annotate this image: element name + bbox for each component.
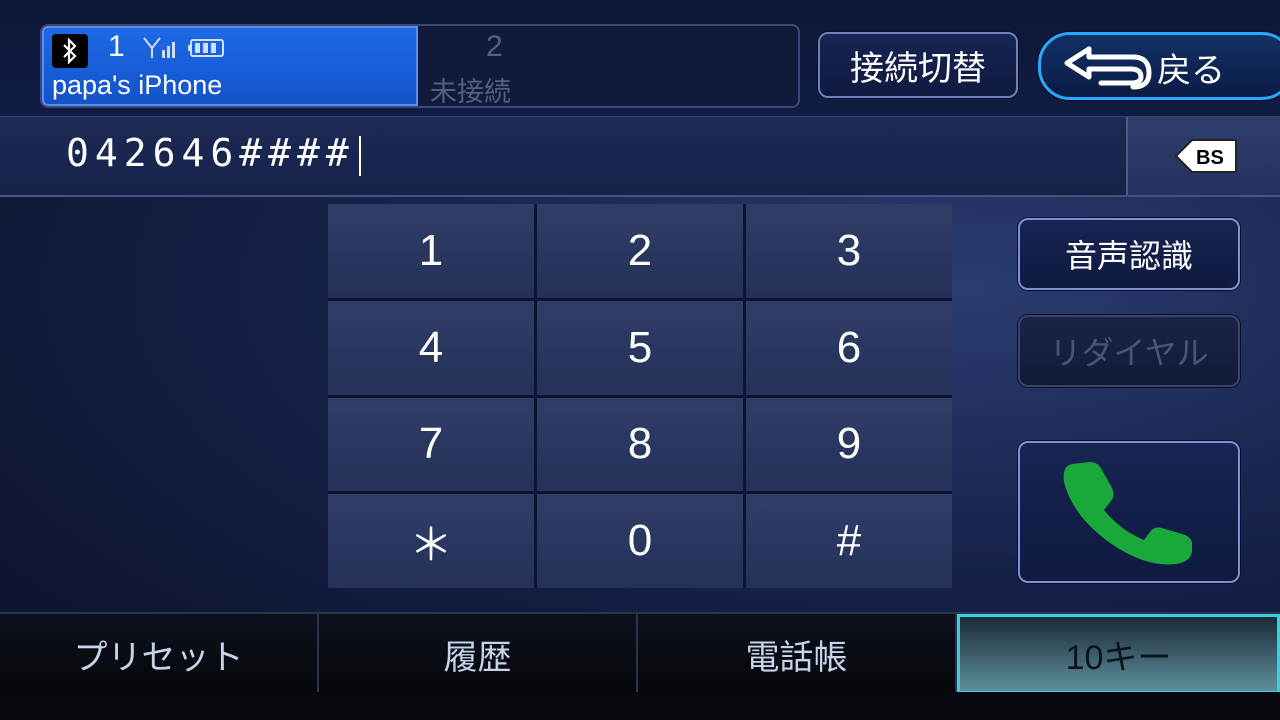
number-input-row: 042646#### BS: [0, 116, 1280, 197]
key-8[interactable]: 8: [537, 397, 743, 492]
top-bar: 1 papa's iPhone 2 未接続 接続切替 戻る: [0, 0, 1280, 116]
backspace-button[interactable]: BS: [1126, 117, 1280, 195]
voice-recognition-button[interactable]: 音声認識: [1018, 218, 1240, 290]
bottom-tabs: プリセット 履歴 電話帳 10キー: [0, 612, 1280, 694]
keypad: 1 2 3 4 5 6 7 8 9 ＊ 0 #: [328, 204, 952, 588]
call-button[interactable]: [1018, 441, 1240, 583]
key-3[interactable]: 3: [746, 204, 952, 298]
return-arrow-icon: [1064, 46, 1152, 90]
key-9[interactable]: 9: [746, 397, 952, 492]
device-2-number: 2: [486, 30, 503, 63]
key-6[interactable]: 6: [746, 300, 952, 395]
device-2-slot[interactable]: 2 未接続: [420, 26, 798, 106]
tab-preset[interactable]: プリセット: [0, 614, 319, 694]
key-star[interactable]: ＊: [328, 494, 534, 588]
dialed-number-field[interactable]: 042646####: [66, 131, 361, 176]
phone-handset-icon: [1063, 462, 1192, 565]
key-7[interactable]: 7: [328, 397, 534, 492]
back-button[interactable]: 戻る: [1038, 32, 1280, 100]
tab-phonebook[interactable]: 電話帳: [638, 614, 957, 694]
signal-icon: [143, 37, 175, 58]
backspace-label: BS: [1196, 147, 1224, 169]
key-2[interactable]: 2: [537, 204, 743, 298]
dialed-number: 042646####: [66, 131, 355, 175]
backspace-icon: BS: [1174, 139, 1237, 173]
bottom-strip: [0, 692, 1280, 720]
key-5[interactable]: 5: [537, 300, 743, 395]
bluetooth-icon: [52, 34, 88, 68]
device-selector: 1 papa's iPhone 2 未接続: [40, 24, 800, 108]
key-1[interactable]: 1: [328, 204, 534, 298]
key-4[interactable]: 4: [328, 300, 534, 395]
key-hash[interactable]: #: [746, 494, 952, 588]
back-label: 戻る: [1157, 51, 1225, 91]
redial-button[interactable]: リダイヤル: [1018, 315, 1240, 387]
connection-switch-button[interactable]: 接続切替: [818, 32, 1018, 98]
tab-10-key[interactable]: 10キー: [957, 614, 1280, 694]
device-1-number: 1: [108, 30, 125, 63]
device-1-name: papa's iPhone: [52, 70, 223, 100]
text-caret: [358, 135, 361, 176]
key-0[interactable]: 0: [537, 494, 743, 588]
device-2-name: 未接続: [430, 77, 511, 107]
device-1-slot[interactable]: 1 papa's iPhone: [42, 26, 418, 106]
tab-history[interactable]: 履歴: [319, 614, 638, 694]
battery-icon: [188, 39, 224, 57]
